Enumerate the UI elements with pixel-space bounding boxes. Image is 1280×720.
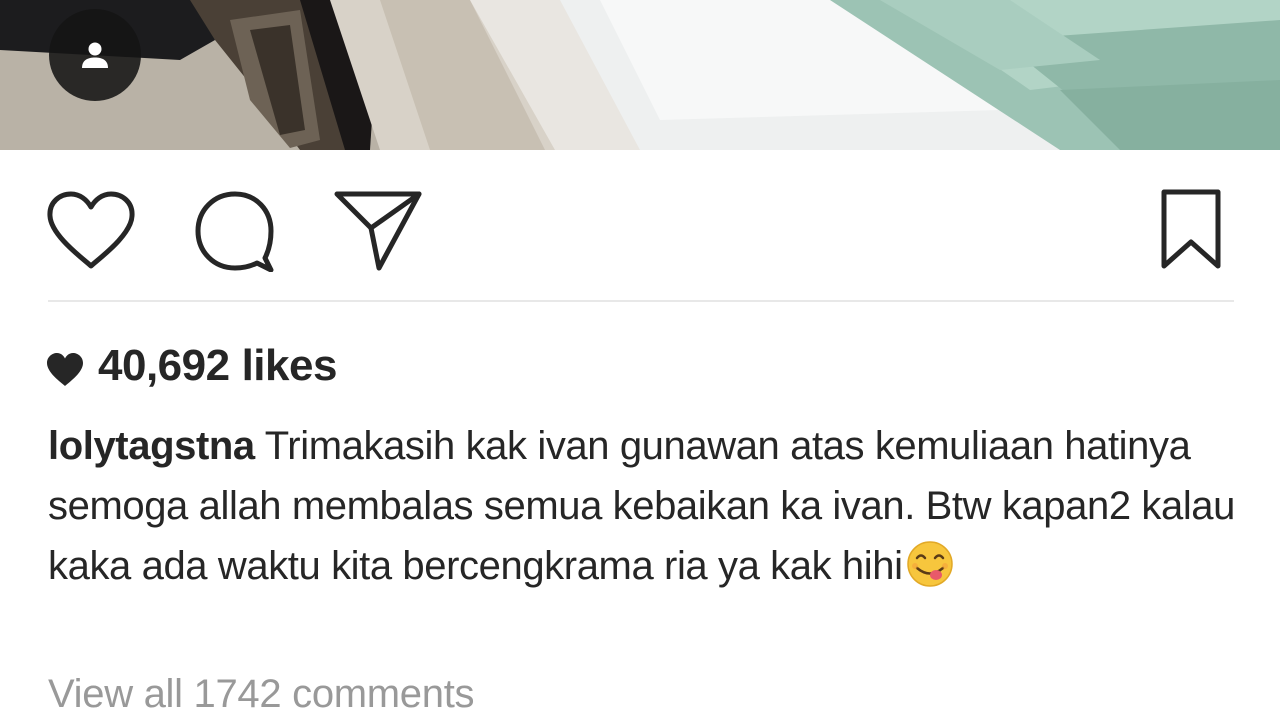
view-all-comments-link[interactable]: View all 1742 comments <box>48 672 475 717</box>
post-photo[interactable] <box>0 0 1280 150</box>
save-button[interactable] <box>1156 188 1226 272</box>
paper-plane-icon <box>334 191 422 271</box>
heart-filled-icon <box>47 353 83 386</box>
share-button[interactable] <box>333 188 423 272</box>
like-button[interactable] <box>45 190 137 272</box>
post-action-bar <box>0 150 1280 302</box>
likes-count: 40,692 <box>98 341 230 390</box>
instagram-post-screen: 40,692 likes lolytagstna Trimakasih kak … <box>0 0 1280 720</box>
user-tag-icon <box>82 42 108 68</box>
caption-username[interactable]: lolytagstna <box>48 424 255 468</box>
likes-label: likes <box>241 341 338 390</box>
likes-row[interactable]: 40,692 likes <box>46 336 337 396</box>
comment-button[interactable] <box>193 190 275 273</box>
bookmark-icon <box>1161 189 1221 269</box>
smiling-face-savoring-food-emoji <box>906 541 953 587</box>
post-photo-image <box>0 0 1280 150</box>
post-caption: lolytagstna Trimakasih kak ivan gunawan … <box>48 416 1238 596</box>
comment-bubble-icon <box>195 191 274 273</box>
user-tag-button[interactable] <box>49 9 141 101</box>
divider <box>48 300 1234 302</box>
heart-outline-icon <box>47 191 135 269</box>
